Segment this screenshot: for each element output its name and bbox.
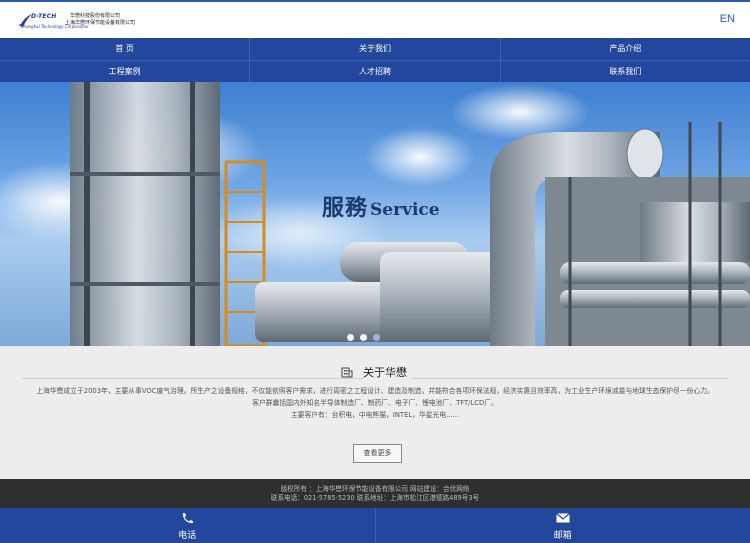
nav-item-cases[interactable]: 工程案例 <box>0 61 251 82</box>
nav-item-products[interactable]: 产品介绍 <box>501 38 750 60</box>
banner-title-en: Service <box>370 200 440 220</box>
nav-item-contact[interactable]: 联系我们 <box>501 61 750 82</box>
banner-title-cn: 服務 <box>322 195 369 221</box>
phone-icon <box>183 513 194 524</box>
about-title: 关于华懋 <box>363 364 411 380</box>
about-paragraph-2: 客户群囊括国内外知名半导体制造厂、制药厂、电子厂、锂电池厂、TFT/LCD厂。 <box>252 399 498 407</box>
nav-item-home[interactable]: 首 页 <box>0 38 251 60</box>
logo-company-name-en: Shanghai Technology Corporation <box>21 24 89 29</box>
mail-icon <box>555 513 570 523</box>
phone-button[interactable]: 电话 <box>0 508 375 543</box>
carousel-dots <box>347 334 380 341</box>
footer-copyright: 版权所有 ：上海华懋环保节能设备有限公司 网站建设：合优网络 <box>280 485 470 493</box>
logo-company-name-1: 华懋科技股份有限公司 <box>70 13 121 19</box>
nav-row-2: 工程案例 人才招聘 联系我们 <box>0 60 750 82</box>
language-switch-link[interactable]: EN <box>720 13 735 25</box>
phone-label: 电话 <box>178 531 197 541</box>
main-nav: 首 页 关于我们 产品介绍 工程案例 人才招聘 联系我们 <box>0 38 750 82</box>
bottom-action-bar: 电话 邮箱 <box>0 508 750 543</box>
building-icon <box>339 366 355 378</box>
footer-contact: 联系电话：021-5785-5230 联系地址：上海市松江区港德路489号3号 <box>270 494 480 502</box>
nav-row-1: 首 页 关于我们 产品介绍 <box>0 38 750 60</box>
nav-item-careers[interactable]: 人才招聘 <box>250 61 501 82</box>
company-logo[interactable]: D-TECH 华懋科技股份有限公司 上海华懋环保节能设备有限公司 Shangha… <box>18 10 135 36</box>
about-header: 关于华懋 <box>0 364 750 380</box>
about-section: 关于华懋 上海华懋成立于2003年，主要从事VOC废气治理。所生产之设备规格，不… <box>0 346 750 479</box>
site-footer: 版权所有 ：上海华懋环保节能设备有限公司 网站建设：合优网络 联系电话：021-… <box>0 479 750 508</box>
about-paragraph-1: 上海华懋成立于2003年，主要从事VOC废气治理。所生产之设备规格，不仅能依照客… <box>36 387 714 395</box>
view-more-button[interactable]: 查看更多 <box>353 444 402 463</box>
logo-brand-text: D-TECH <box>31 13 57 20</box>
carousel-dot-1[interactable] <box>347 334 354 341</box>
hero-banner[interactable]: 服務 Service <box>0 82 750 346</box>
mail-button[interactable]: 邮箱 <box>374 508 750 543</box>
carousel-dot-2[interactable] <box>360 334 367 341</box>
site-header: D-TECH 华懋科技股份有限公司 上海华懋环保节能设备有限公司 Shangha… <box>0 0 750 38</box>
banner-title: 服務 Service <box>322 190 440 222</box>
nav-item-about[interactable]: 关于我们 <box>250 38 501 60</box>
about-paragraph-3: 主要客户有：台积电，中电熊猫，INTEL，华星光电...... <box>290 411 460 419</box>
carousel-dot-3[interactable] <box>373 334 380 341</box>
mail-label: 邮箱 <box>553 531 572 541</box>
